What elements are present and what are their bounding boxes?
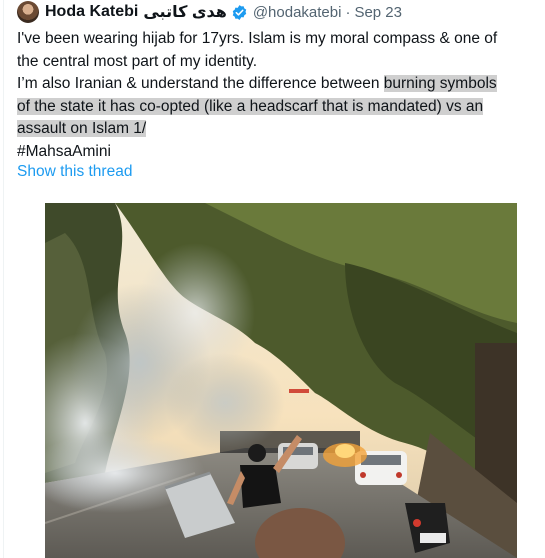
avatar[interactable] <box>17 1 39 23</box>
tweet-line: of the state it has co-opted (like a hea… <box>17 96 532 119</box>
tweet-text: I've been wearing hijab for 17yrs. Islam… <box>17 28 532 163</box>
highlighted-text: assault on Islam 1/ <box>17 120 147 137</box>
tweet-line-part: I’m also Iranian & understand the differ… <box>17 75 384 92</box>
verified-badge-icon <box>232 4 247 20</box>
author-handle[interactable]: @hodakatebi <box>253 4 342 21</box>
tweet-header: Hoda Katebi هدی کاتبی @hodakatebi · Sep … <box>17 0 402 24</box>
tweet-line: I’m also Iranian & understand the differ… <box>17 73 532 96</box>
tweet-photo[interactable] <box>45 203 517 558</box>
tweet-line: I've been wearing hijab for 17yrs. Islam… <box>17 30 498 47</box>
timeline-divider <box>3 0 4 558</box>
tweet-line: the central most part of my identity. <box>17 52 258 70</box>
hashtag-line[interactable]: #MahsaAmini <box>17 141 532 164</box>
separator-dot: · <box>345 3 351 21</box>
tweet-date[interactable]: Sep 23 <box>354 4 402 21</box>
tweet-line: assault on Islam 1/ <box>17 118 532 141</box>
author-name[interactable]: Hoda Katebi <box>45 3 138 21</box>
author-name-alt[interactable]: هدی کاتبی <box>143 2 226 22</box>
show-thread-link[interactable]: Show this thread <box>17 163 132 181</box>
highlighted-text: burning symbols <box>383 75 497 92</box>
tweet-card: Hoda Katebi هدی کاتبی @hodakatebi · Sep … <box>0 0 545 558</box>
highlighted-text: of the state it has co-opted (like a hea… <box>17 97 484 115</box>
